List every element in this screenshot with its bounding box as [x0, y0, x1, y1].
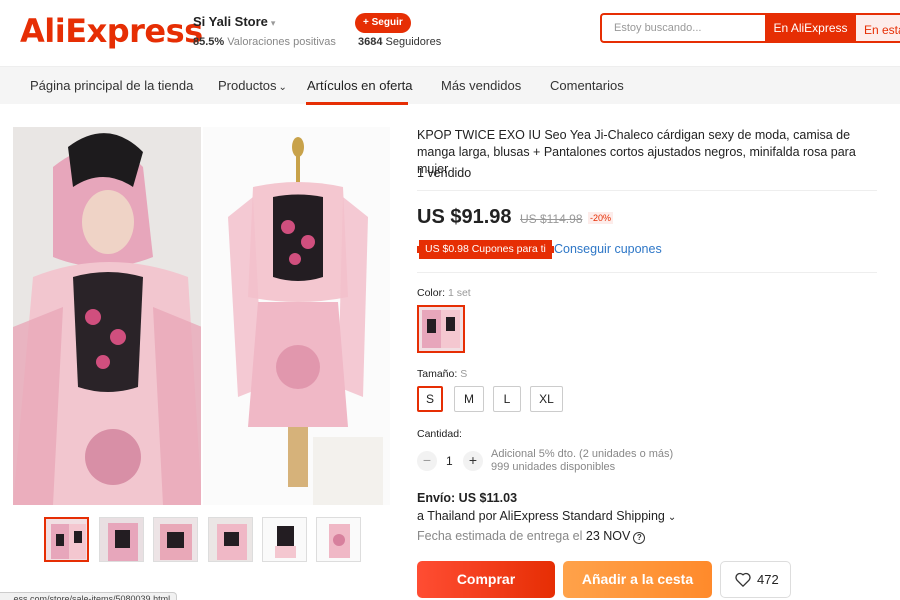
shipping-cost: Envío: US $11.03	[417, 491, 518, 505]
divider	[417, 272, 877, 273]
search-aliexpress-button[interactable]: En AliExpress	[765, 13, 856, 43]
nav-item-products[interactable]: Productos ⌄	[218, 78, 287, 93]
discount-badge: -20%	[588, 212, 614, 224]
nav-item-reviews[interactable]: Comentarios	[550, 78, 624, 93]
original-price: US $114.98	[520, 212, 583, 226]
thumbnail-4[interactable]	[208, 517, 253, 562]
store-nav: Página principal de la tienda Productos ⌄…	[0, 66, 900, 105]
thumbnail-6[interactable]	[316, 517, 361, 562]
divider	[417, 190, 877, 191]
size-label-text: Tamaño:	[417, 368, 458, 380]
size-option-m[interactable]: M	[454, 386, 484, 412]
chevron-down-icon[interactable]: ⌄	[668, 512, 676, 523]
color-label-text: Color:	[417, 287, 446, 299]
chevron-down-icon[interactable]: ▾	[271, 18, 276, 28]
bulk-discount-note: Adicional 5% dto. (2 unidades o más)	[491, 448, 674, 460]
nav-item-best-sellers[interactable]: Más vendidos	[441, 78, 521, 93]
nav-item-products-label[interactable]: Productos	[218, 78, 277, 93]
quantity-note: Adicional 5% dto. (2 unidades o más) 999…	[491, 448, 673, 474]
followers-count: 3684 Seguidores	[358, 36, 441, 48]
store-name-label[interactable]: Si Yali Store	[193, 14, 268, 29]
sold-count: 1 vendido	[417, 166, 472, 180]
shipping-method[interactable]: a Thailand por AliExpress Standard Shipp…	[417, 509, 676, 523]
follow-button[interactable]: + Seguir	[355, 13, 411, 33]
current-price: US $91.98	[417, 206, 512, 228]
size-label: Tamaño: S	[417, 368, 467, 380]
followers-label: Seguidores	[385, 36, 442, 48]
quantity-label: Cantidad:	[417, 428, 462, 440]
size-option-xl[interactable]: XL	[530, 386, 563, 412]
store-header: AliExpress Si Yali Store ▾ 85.5% Valoraci…	[0, 0, 900, 66]
wishlist-count: 472	[757, 572, 779, 587]
get-coupons-link[interactable]: Conseguir cupones	[554, 242, 662, 256]
size-option-l[interactable]: L	[493, 386, 521, 412]
delivery-date-label: Fecha estimada de entrega el	[417, 529, 583, 543]
color-label: Color: 1 set	[417, 287, 471, 299]
coupon-badge: US $0.98 Cupones para ti	[417, 240, 554, 259]
followers-number: 3684	[358, 36, 383, 48]
product-title: KPOP TWICE EXO IU Seo Yea Ji-Chaleco cár…	[417, 128, 856, 176]
question-icon[interactable]: ?	[633, 532, 646, 544]
thumbnail-5[interactable]	[262, 517, 307, 562]
thumbnail-2[interactable]	[99, 517, 144, 562]
quantity-decrease-button[interactable]: −	[417, 451, 437, 471]
rating-value: 85.5%	[193, 36, 225, 48]
color-value: 1 set	[447, 287, 471, 299]
search-input[interactable]: Estoy buscando...	[600, 13, 765, 43]
quantity-value[interactable]: 1	[446, 454, 453, 468]
active-tab-indicator	[306, 102, 408, 105]
product-main-image[interactable]	[13, 127, 390, 505]
color-option-1-set[interactable]	[417, 305, 465, 353]
store-rating: 85.5% Valoraciones positivas	[193, 36, 336, 48]
nav-item-sale-items[interactable]: Artículos en oferta	[307, 78, 413, 93]
size-value: S	[460, 368, 468, 380]
shipping-method-text[interactable]: a Thailand por AliExpress Standard Shipp…	[417, 509, 665, 523]
rating-label: Valoraciones positivas	[227, 36, 336, 48]
thumbnail-1[interactable]	[44, 517, 89, 562]
status-bar-url: ...ess.com/store/sale-items/5080039.html	[0, 592, 178, 600]
search-store-button[interactable]: En esta	[856, 13, 900, 43]
aliexpress-logo[interactable]: AliExpress	[20, 12, 203, 50]
size-option-s[interactable]: S	[417, 386, 443, 412]
quantity-increase-button[interactable]: +	[463, 451, 483, 471]
wishlist-button[interactable]: 472	[720, 561, 791, 598]
chevron-down-icon[interactable]: ⌄	[279, 82, 287, 93]
thumbnail-3[interactable]	[153, 517, 198, 562]
store-name[interactable]: Si Yali Store ▾	[193, 14, 275, 29]
product-photo	[13, 127, 390, 505]
stock-available: 999 unidades disponibles	[491, 461, 616, 473]
delivery-date-value: 23 NOV	[585, 529, 631, 543]
buy-now-button[interactable]: Comprar	[417, 561, 555, 598]
delivery-date: Fecha estimada de entrega el 23 NOV?	[417, 529, 646, 544]
nav-item-store-home[interactable]: Página principal de la tienda	[30, 78, 193, 93]
heart-icon	[735, 572, 751, 587]
add-to-cart-button[interactable]: Añadir a la cesta	[563, 561, 712, 598]
